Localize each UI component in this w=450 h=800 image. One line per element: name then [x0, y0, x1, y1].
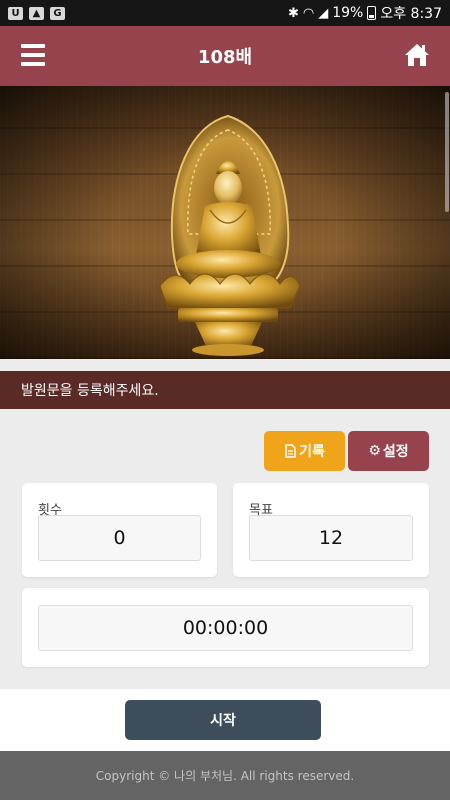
goal-card: 목표 12 [233, 483, 429, 577]
gear-icon: ⚙ [368, 443, 381, 459]
app-bar: 108배 [0, 26, 450, 86]
settings-button[interactable]: ⚙ 설정 [348, 431, 429, 471]
bluetooth-icon: ✱ [287, 5, 299, 21]
home-button[interactable] [404, 42, 430, 68]
u-plus-icon: U [8, 6, 23, 20]
status-right: ✱ ◠ ◢ 19% 오후 8:37 [288, 3, 442, 23]
timer-display: 00:00:00 [38, 605, 413, 651]
prayer-text[interactable]: 발원문을 등록해주세요. [0, 371, 450, 409]
record-label: 기록 [299, 444, 325, 460]
gallery-icon: ▲ [29, 6, 44, 20]
battery-icon [367, 6, 377, 20]
home-icon [405, 44, 429, 66]
page-title: 108배 [197, 47, 253, 68]
status-bar: U ▲ G ✱ ◠ ◢ 19% 오후 8:37 [0, 0, 450, 26]
image-scrollbar[interactable] [445, 92, 449, 212]
timer-card: 00:00:00 [22, 588, 429, 667]
document-icon [285, 444, 296, 458]
g-icon: G [50, 6, 65, 20]
clock: 오후 8:37 [380, 6, 442, 22]
footer-copyright: Copyright © 나의 부처님. All rights reserved. [0, 751, 450, 800]
record-button[interactable]: 기록 [264, 431, 345, 471]
menu-button[interactable] [21, 44, 45, 66]
count-value: 0 [38, 515, 201, 561]
signal-icon: ◢ [318, 5, 329, 21]
status-left-icons: U ▲ G [8, 6, 65, 20]
hamburger-icon [21, 44, 45, 48]
start-button[interactable]: 시작 [125, 700, 321, 740]
goal-value[interactable]: 12 [249, 515, 413, 561]
count-card: 횟수 0 [22, 483, 217, 577]
wifi-icon: ◠ [302, 5, 315, 21]
settings-label: 설정 [382, 444, 409, 460]
buddha-statue-illustration [159, 114, 301, 356]
battery-percent: 19% [332, 5, 364, 21]
buddha-image [0, 86, 450, 359]
